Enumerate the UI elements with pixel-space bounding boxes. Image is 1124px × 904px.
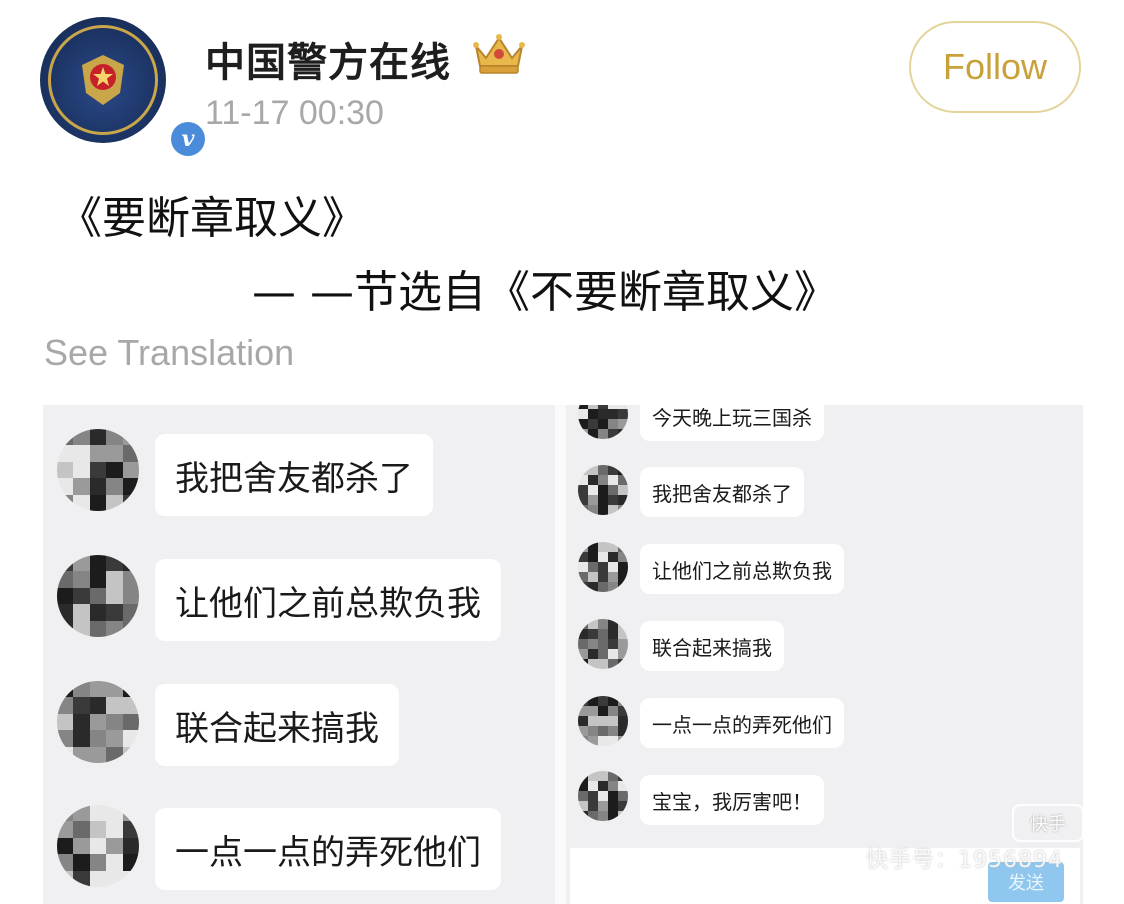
pixelated-avatar xyxy=(57,429,139,511)
pixelated-avatar xyxy=(57,805,139,887)
pixelated-avatar xyxy=(57,555,139,637)
post-timestamp: 11-17 00:30 xyxy=(205,94,384,132)
police-badge-avatar-image xyxy=(40,17,166,143)
post-text-line-1: 《要断章取义》 xyxy=(58,193,366,244)
chat-bubble: 我把舍友都杀了 xyxy=(640,467,804,517)
verified-v-icon: v xyxy=(171,122,205,156)
chat-bubble: 宝宝，我厉害吧！ xyxy=(640,775,824,825)
pixelated-avatar xyxy=(578,405,628,439)
chat-image-full[interactable]: 今天晚上玩三国杀 我把舍友都杀了 让他们之前总欺负我 联合起来搞我 一点一点的弄… xyxy=(566,405,1083,904)
pixelated-avatar xyxy=(578,619,628,669)
kuaishou-logo-icon: 快手 xyxy=(1012,804,1084,842)
pixelated-avatar xyxy=(578,771,628,821)
pixelated-avatar xyxy=(57,681,139,763)
chat-bubble: 联合起来搞我 xyxy=(155,684,399,766)
pixelated-avatar xyxy=(578,542,628,592)
image-divider xyxy=(555,405,566,904)
post-text-line-2: — —节选自《不要断章取义》 xyxy=(252,267,838,318)
chat-bubble: 我把舍友都杀了 xyxy=(155,434,433,516)
profile-avatar[interactable]: v xyxy=(40,17,208,159)
chat-bubble: 让他们之前总欺负我 xyxy=(640,544,844,594)
pixelated-avatar xyxy=(578,696,628,746)
vip-crown-icon xyxy=(473,34,525,74)
verified-badge: v xyxy=(168,119,208,159)
chat-bubble: 联合起来搞我 xyxy=(640,621,784,671)
chat-bubble: 今天晚上玩三国杀 xyxy=(640,405,824,441)
police-emblem-icon xyxy=(82,55,124,105)
chat-bubble: 一点一点的弄死他们 xyxy=(640,698,844,748)
kuaishou-watermark: 快手号：1956894 xyxy=(866,848,1063,873)
pixelated-avatar xyxy=(578,465,628,515)
username[interactable]: 中国警方在线 xyxy=(205,30,451,88)
chat-bubble: 一点一点的弄死他们 xyxy=(155,808,501,890)
follow-button[interactable]: Follow xyxy=(909,21,1081,113)
chat-bubble: 让他们之前总欺负我 xyxy=(155,559,501,641)
see-translation-link[interactable]: See Translation xyxy=(44,332,294,374)
chat-image-cropped[interactable]: 我把舍友都杀了 让他们之前总欺负我 联合起来搞我 一点一点的弄死他们 xyxy=(43,405,555,904)
